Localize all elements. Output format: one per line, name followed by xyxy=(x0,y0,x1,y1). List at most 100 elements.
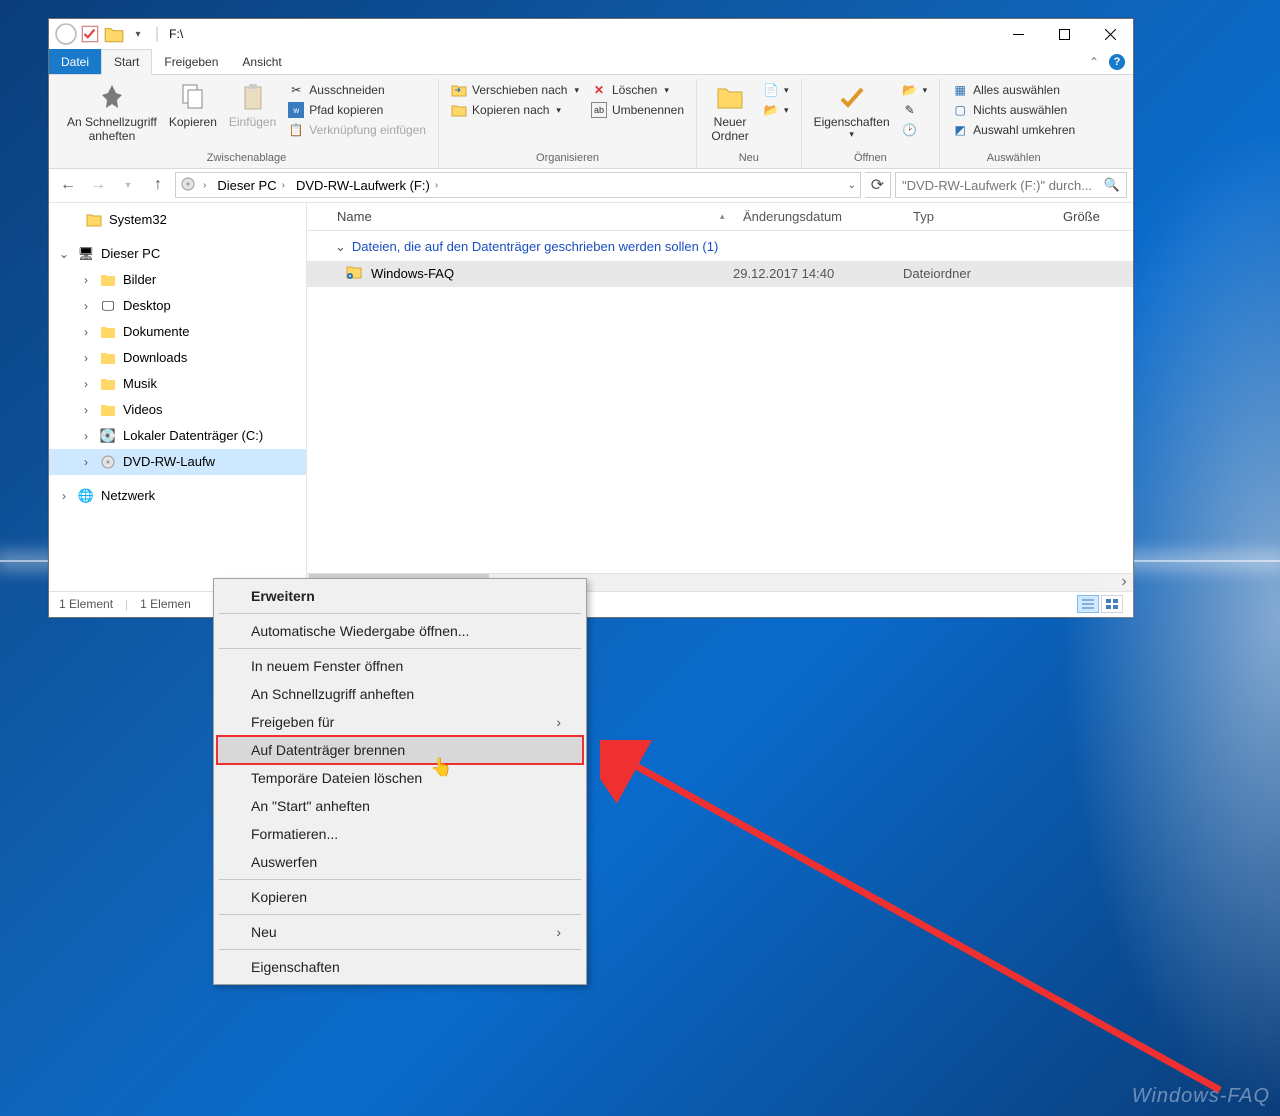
folder-icon xyxy=(99,323,117,341)
expand-icon[interactable]: › xyxy=(79,325,93,339)
expand-icon[interactable]: › xyxy=(79,377,93,391)
expand-icon[interactable]: › xyxy=(79,299,93,313)
desktop-icon: 🖵 xyxy=(99,297,117,315)
cm-share[interactable]: Freigeben für› xyxy=(217,708,583,736)
copy-button[interactable]: Kopieren xyxy=(163,79,223,131)
pin-quickaccess-button[interactable]: An Schnellzugriff anheften xyxy=(61,79,163,146)
copy-path-button[interactable]: wPfad kopieren xyxy=(286,101,428,119)
cm-pin-quickaccess[interactable]: An Schnellzugriff anheften xyxy=(217,680,583,708)
cm-eject[interactable]: Auswerfen xyxy=(217,848,583,876)
tree-pictures[interactable]: ›Bilder xyxy=(49,267,306,293)
ribbon-tabs: Datei Start Freigeben Ansicht ⌃ ? xyxy=(49,49,1133,75)
cm-pin-start[interactable]: An "Start" anheften xyxy=(217,792,583,820)
newfolder-icon xyxy=(714,81,746,113)
copy-to-button[interactable]: Kopieren nach▾ xyxy=(449,101,581,119)
rename-button[interactable]: abUmbenennen xyxy=(589,101,686,119)
cut-button[interactable]: ✂Ausschneiden xyxy=(286,81,428,99)
expand-icon[interactable]: › xyxy=(79,455,93,469)
clipboard-group-label: Zwischenablage xyxy=(61,150,432,166)
address-dropdown-icon[interactable]: ⌄ xyxy=(848,180,856,191)
ribbon: An Schnellzugriff anheften Kopieren Einf… xyxy=(49,75,1133,169)
tab-view[interactable]: Ansicht xyxy=(230,49,293,74)
cm-autoplay[interactable]: Automatische Wiedergabe öffnen... xyxy=(217,617,583,645)
scroll-right-icon[interactable]: › xyxy=(1115,573,1133,591)
tree-desktop[interactable]: ›🖵Desktop xyxy=(49,293,306,319)
history-icon: 🕑 xyxy=(902,122,918,138)
tab-share[interactable]: Freigeben xyxy=(152,49,230,74)
nav-forward-button[interactable]: → xyxy=(85,172,111,198)
easy-access-button[interactable]: 📂▾ xyxy=(761,101,791,119)
collapse-icon[interactable]: ⌄ xyxy=(57,247,71,261)
tree-downloads[interactable]: ›Downloads xyxy=(49,345,306,371)
tree-localdisk[interactable]: ›💽Lokaler Datenträger (C:) xyxy=(49,423,306,449)
tree-videos[interactable]: ›Videos xyxy=(49,397,306,423)
edit-button[interactable]: ✎ xyxy=(900,101,930,119)
collapse-icon[interactable]: ⌄ xyxy=(335,239,346,255)
col-type[interactable]: Typ xyxy=(903,209,1053,224)
new-item-button[interactable]: 📄▾ xyxy=(761,81,791,99)
expand-icon[interactable]: › xyxy=(57,489,71,503)
back-icon[interactable] xyxy=(55,23,77,45)
properties-button[interactable]: Eigenschaften▾ xyxy=(808,79,896,142)
cm-new[interactable]: Neu› xyxy=(217,918,583,946)
cm-copy[interactable]: Kopieren xyxy=(217,883,583,911)
tab-start[interactable]: Start xyxy=(101,49,152,75)
expand-icon[interactable]: › xyxy=(79,403,93,417)
new-folder-button[interactable]: Neuer Ordner xyxy=(703,79,757,146)
easy-icon: 📂 xyxy=(763,102,779,118)
checkbox-icon[interactable] xyxy=(79,23,101,45)
tab-file[interactable]: Datei xyxy=(49,49,101,74)
delete-button[interactable]: ✕Löschen▾ xyxy=(589,81,686,99)
expand-icon[interactable]: › xyxy=(79,273,93,287)
file-group-header[interactable]: ⌄Dateien, die auf den Datenträger geschr… xyxy=(307,231,1133,261)
view-details-button[interactable] xyxy=(1077,595,1099,613)
cm-burn[interactable]: Auf Datenträger brennen xyxy=(217,736,583,764)
col-size[interactable]: Größe xyxy=(1053,209,1133,224)
new-group-label: Neu xyxy=(703,150,795,166)
cm-delete-temp[interactable]: Temporäre Dateien löschen xyxy=(217,764,583,792)
col-name[interactable]: Name xyxy=(337,209,372,224)
folder-icon xyxy=(345,263,363,284)
refresh-button[interactable]: ⟳ xyxy=(865,172,891,198)
dropdown-icon[interactable]: ▾ xyxy=(127,23,149,45)
tree-documents[interactable]: ›Dokumente xyxy=(49,319,306,345)
tree-system32[interactable]: System32 xyxy=(49,207,306,233)
help-icon[interactable]: ? xyxy=(1109,54,1125,70)
search-input[interactable]: "DVD-RW-Laufwerk (F:)" durch... 🔍 xyxy=(895,172,1127,198)
cm-properties[interactable]: Eigenschaften xyxy=(217,953,583,981)
nav-recent-button[interactable]: ▾ xyxy=(115,172,141,198)
cm-newwindow[interactable]: In neuem Fenster öffnen xyxy=(217,652,583,680)
close-button[interactable] xyxy=(1087,19,1133,49)
maximize-button[interactable] xyxy=(1041,19,1087,49)
select-none-button[interactable]: ▢Nichts auswählen xyxy=(950,101,1077,119)
select-all-button[interactable]: ▦Alles auswählen xyxy=(950,81,1077,99)
crumb-thispc[interactable]: Dieser PC› xyxy=(213,178,292,193)
expand-icon[interactable]: › xyxy=(79,351,93,365)
file-row[interactable]: Windows-FAQ 29.12.2017 14:40 Dateiordner xyxy=(307,261,1133,287)
cm-expand[interactable]: Erweitern xyxy=(217,582,583,610)
tree-music[interactable]: ›Musik xyxy=(49,371,306,397)
move-to-button[interactable]: Verschieben nach▾ xyxy=(449,81,581,99)
tree-dvddrive[interactable]: ›DVD-RW-Laufw xyxy=(49,449,306,475)
file-list: Name▴ Änderungsdatum Typ Größe ⌄Dateien,… xyxy=(307,203,1133,591)
crumb-drive[interactable]: DVD-RW-Laufwerk (F:)› xyxy=(292,178,445,193)
tree-thispc[interactable]: ⌄🖥Dieser PC xyxy=(49,241,306,267)
tree-network[interactable]: ›🌐Netzwerk xyxy=(49,483,306,509)
nav-back-button[interactable]: ← xyxy=(55,172,81,198)
col-date[interactable]: Änderungsdatum xyxy=(733,209,903,224)
invert-selection-button[interactable]: ◩Auswahl umkehren xyxy=(950,121,1077,139)
submenu-arrow-icon: › xyxy=(556,714,561,730)
history-button[interactable]: 🕑 xyxy=(900,121,930,139)
breadcrumb[interactable]: › Dieser PC› DVD-RW-Laufwerk (F:)› ⌄ xyxy=(175,172,861,198)
nav-up-button[interactable]: ↑ xyxy=(145,172,171,198)
view-icons-button[interactable] xyxy=(1101,595,1123,613)
open-button[interactable]: 📂▾ xyxy=(900,81,930,99)
cm-format[interactable]: Formatieren... xyxy=(217,820,583,848)
folder-icon xyxy=(99,375,117,393)
selectall-icon: ▦ xyxy=(952,82,968,98)
collapse-ribbon-icon[interactable]: ⌃ xyxy=(1089,55,1099,69)
expand-icon[interactable]: › xyxy=(79,429,93,443)
minimize-button[interactable] xyxy=(995,19,1041,49)
copyto-icon xyxy=(451,102,467,118)
title-bar: ▾ | F:\ xyxy=(49,19,1133,49)
